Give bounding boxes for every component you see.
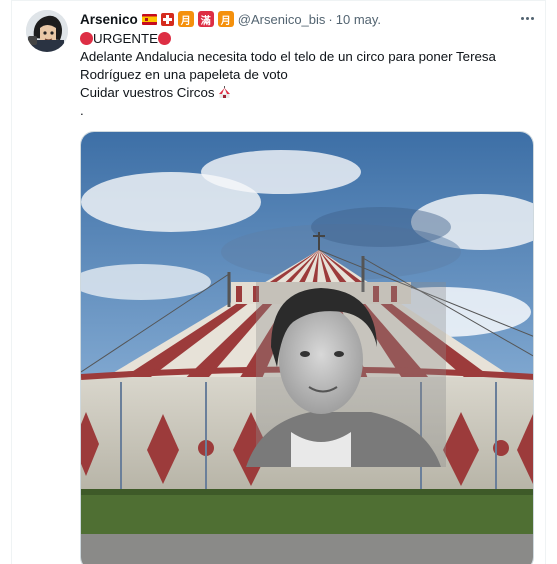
tweet-media-photo[interactable]	[80, 131, 534, 564]
red-circle-icon	[80, 32, 93, 45]
user-handle[interactable]: @Arsenico_bis	[238, 12, 326, 27]
tweet-text: URGENTE Adelante Andalucia necesita todo…	[80, 30, 540, 120]
avatar-image	[26, 10, 68, 52]
timeline-border-right	[545, 0, 557, 564]
urgent-word: URGENTE	[93, 31, 159, 46]
circus-tent-icon	[219, 86, 231, 98]
timeline-border-left	[0, 0, 12, 564]
kanji-moon-icon: 月	[177, 11, 194, 27]
tweet-line-5: .	[80, 103, 84, 118]
kanji-moon-icon-2: 月	[217, 11, 234, 27]
kanji-full-icon: 滿	[197, 11, 214, 27]
separator-dot: ·	[328, 11, 333, 27]
display-name[interactable]: Arsenico	[80, 12, 138, 27]
avatar[interactable]	[26, 10, 68, 52]
red-circle-icon-2	[158, 32, 172, 45]
tweet-line-4-text: Cuidar vuestros Circos	[80, 85, 215, 100]
more-options-icon[interactable]	[512, 8, 542, 28]
tweet-line-4: Cuidar vuestros Circos	[80, 84, 540, 102]
tweet-date[interactable]: 10 may.	[336, 12, 381, 27]
tweet-line-1: URGENTE	[80, 30, 540, 48]
flag-spain-icon	[141, 13, 157, 25]
tweet-header: Arsenico 月 滿 月 @Arsenico_bis · 10 may.	[80, 10, 381, 28]
tweet-line-2: Adelante Andalucia necesita todo el telo…	[80, 49, 496, 64]
top-separator	[12, 0, 545, 1]
circus-tent-photo	[81, 132, 533, 564]
tweet-line-3: Rodríguez en una papeleta de voto	[80, 67, 288, 82]
flag-switzerland-icon	[160, 12, 174, 26]
